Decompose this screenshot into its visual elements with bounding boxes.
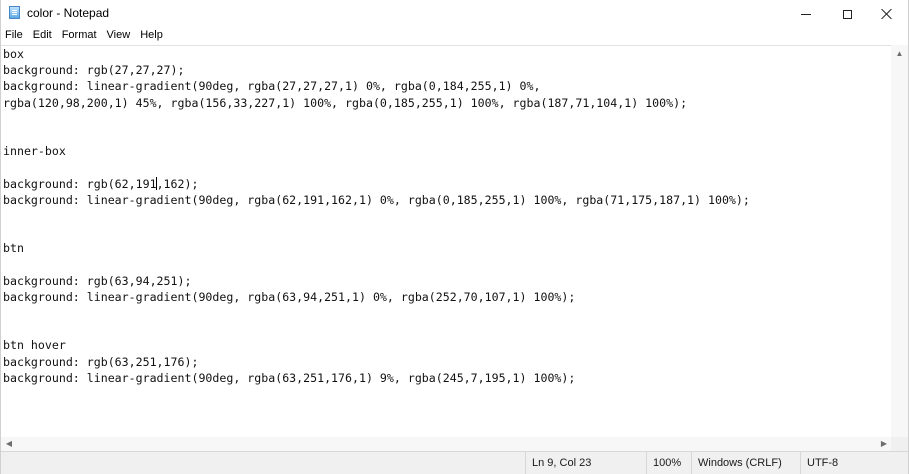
text-line[interactable]: [1, 111, 891, 127]
title-bar[interactable]: color - Notepad: [1, 0, 908, 26]
text-line[interactable]: rgba(120,98,200,1) 45%, rgba(156,33,227,…: [1, 95, 891, 111]
close-button[interactable]: [867, 0, 907, 26]
text-line[interactable]: [1, 159, 891, 175]
maximize-icon: [842, 9, 852, 19]
text-line[interactable]: [1, 305, 891, 321]
notepad-window: color - Notepad File Edit Format View He…: [0, 0, 909, 474]
text-line[interactable]: background: linear-gradient(90deg, rgba(…: [1, 370, 891, 386]
text-line[interactable]: background: rgb(63,251,176);: [1, 354, 891, 370]
menu-edit[interactable]: Edit: [28, 26, 57, 45]
text-editor[interactable]: box background: rgb(27,27,27); background:…: [1, 45, 891, 438]
text-line[interactable]: btn: [1, 240, 891, 256]
scroll-up-icon[interactable]: ▲: [891, 45, 908, 62]
scrollbar-corner: [891, 437, 908, 451]
text-line[interactable]: [1, 208, 891, 224]
text-line[interactable]: [1, 224, 891, 240]
notepad-icon: [9, 6, 20, 19]
scroll-right-icon[interactable]: ▶: [877, 437, 891, 451]
menu-view[interactable]: View: [102, 26, 136, 45]
line-text-before-caret: background: rgb(62,191: [3, 176, 157, 191]
encoding: UTF-8: [800, 452, 908, 474]
text-line[interactable]: box: [1, 46, 891, 62]
close-icon: [881, 8, 893, 20]
cursor-position: Ln 9, Col 23: [525, 452, 646, 474]
line-endings: Windows (CRLF): [691, 452, 800, 474]
text-line[interactable]: [1, 321, 891, 337]
maximize-button[interactable]: [827, 0, 867, 26]
scroll-left-icon[interactable]: ◀: [2, 437, 16, 451]
text-line[interactable]: background: rgb(63,94,251);: [1, 273, 891, 289]
minimize-button[interactable]: [786, 0, 826, 26]
text-line[interactable]: background: linear-gradient(90deg, rgba(…: [1, 192, 891, 208]
text-line[interactable]: inner-box: [1, 143, 891, 159]
minimize-icon: [801, 13, 811, 15]
text-line[interactable]: [1, 127, 891, 143]
line-text-after-caret: ,162);: [156, 176, 199, 191]
text-line[interactable]: [1, 256, 891, 272]
text-line[interactable]: btn hover: [1, 337, 891, 353]
text-line[interactable]: background: linear-gradient(90deg, rgba(…: [1, 289, 891, 305]
window-title: color - Notepad: [27, 6, 110, 20]
menu-file[interactable]: File: [1, 26, 28, 45]
menu-bar: File Edit Format View Help: [1, 26, 908, 45]
menu-format[interactable]: Format: [57, 26, 102, 45]
menu-help[interactable]: Help: [135, 26, 168, 45]
text-line[interactable]: background: rgb(62,191,162);: [1, 176, 891, 192]
zoom-level: 100%: [646, 452, 691, 474]
text-line[interactable]: background: rgb(27,27,27);: [1, 62, 891, 78]
text-line[interactable]: background: linear-gradient(90deg, rgba(…: [1, 78, 891, 94]
vertical-scrollbar[interactable]: ▲: [891, 45, 908, 437]
horizontal-scrollbar[interactable]: ◀ ▶: [1, 437, 891, 451]
status-bar: Ln 9, Col 23 100% Windows (CRLF) UTF-8: [1, 451, 908, 474]
